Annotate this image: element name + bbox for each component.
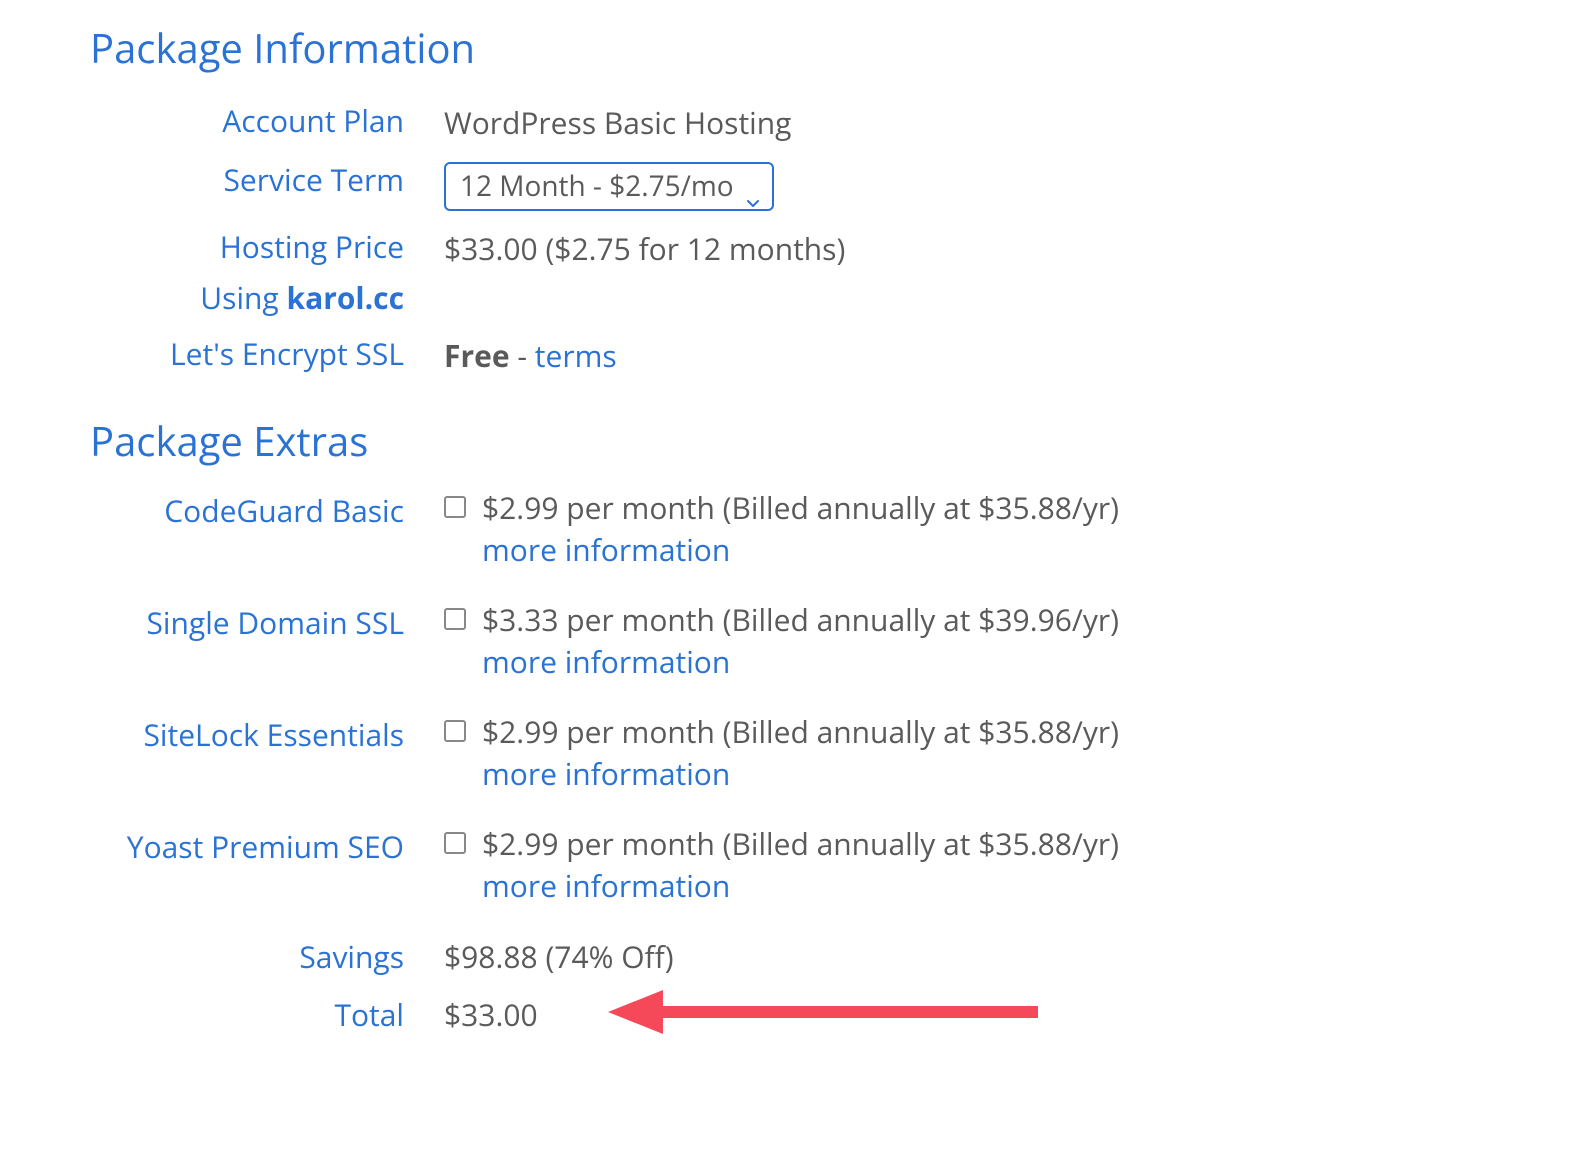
lets-encrypt-ssl-label: Let's Encrypt SSL [90,334,444,375]
single-domain-ssl-checkbox[interactable] [444,608,466,630]
codeguard-basic-label: CodeGuard Basic [90,488,444,531]
annotation-arrow-icon [608,987,1038,1042]
single-domain-ssl-price: $3.33 per month (Billed annually at $39.… [482,600,1280,639]
yoast-premium-seo-label: Yoast Premium SEO [90,824,444,867]
total-label: Total [90,994,444,1035]
account-plan-label: Account Plan [90,101,444,142]
yoast-more-info-link[interactable]: more information [482,865,730,906]
hosting-price-value: $33.00 ($2.75 for 12 months) [444,227,1280,270]
domain-name: karol.cc [287,277,404,318]
sitelock-essentials-label: SiteLock Essentials [90,712,444,755]
savings-label: Savings [90,936,444,977]
lets-encrypt-ssl-value: Free - terms [444,334,1280,377]
chevron-down-icon [746,179,760,193]
using-domain-label: Using karol.cc [90,278,444,319]
codeguard-more-info-link[interactable]: more information [482,529,730,570]
service-term-label: Service Term [90,160,444,201]
total-value: $33.00 [444,994,538,1035]
single-domain-ssl-label: Single Domain SSL [90,600,444,643]
savings-value: $98.88 (74% Off) [444,936,674,977]
package-information-heading: Package Information [90,20,1280,75]
sitelock-essentials-price: $2.99 per month (Billed annually at $35.… [482,712,1280,751]
sitelock-more-info-link[interactable]: more information [482,753,730,794]
account-plan-value: WordPress Basic Hosting [444,101,1280,144]
ssl-terms-link[interactable]: terms [535,335,617,376]
hosting-price-label: Hosting Price [90,227,444,268]
codeguard-basic-price: $2.99 per month (Billed annually at $35.… [482,488,1280,527]
single-domain-ssl-more-info-link[interactable]: more information [482,641,730,682]
yoast-premium-seo-checkbox[interactable] [444,832,466,854]
sitelock-essentials-checkbox[interactable] [444,720,466,742]
package-extras-heading: Package Extras [90,413,1280,468]
service-term-value: 12 Month - $2.75/mo [460,168,734,206]
codeguard-basic-checkbox[interactable] [444,496,466,518]
service-term-select[interactable]: 12 Month - $2.75/mo [444,162,774,212]
yoast-premium-seo-price: $2.99 per month (Billed annually at $35.… [482,824,1280,863]
